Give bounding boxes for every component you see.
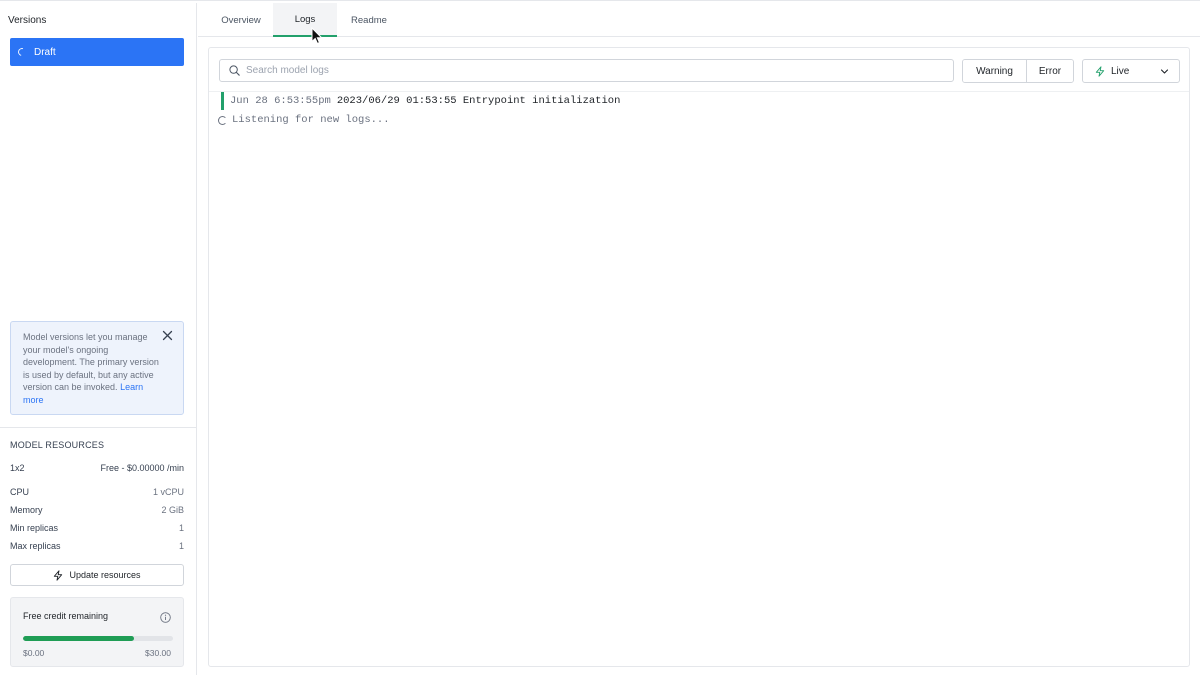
resource-row-cpu: CPU 1 vCPU — [10, 487, 184, 497]
versions-sidebar: Versions Draft Model versions let you ma… — [0, 3, 197, 675]
resource-label: CPU — [10, 487, 30, 497]
tab-readme[interactable]: Readme — [337, 3, 401, 37]
update-resources-button[interactable]: Update resources — [10, 564, 184, 586]
resource-value: 1 vCPU — [152, 487, 184, 497]
tab-overview[interactable]: Overview — [206, 3, 276, 37]
chevron-down-icon — [1160, 69, 1169, 74]
log-timestamp: Jun 28 6:53:55pm — [230, 95, 331, 107]
tab-bar: Overview Logs Readme — [198, 3, 1200, 37]
live-label: Live — [1111, 65, 1130, 77]
resource-value: 1 — [178, 523, 184, 533]
free-credit-card: Free credit remaining $0.00 $30.00 — [10, 597, 184, 667]
mouse-cursor-icon — [311, 27, 323, 45]
lightning-icon — [1095, 65, 1105, 77]
credit-progress-fill — [23, 636, 134, 641]
close-icon[interactable] — [162, 330, 173, 341]
listening-text: Listening for new logs... — [232, 114, 390, 126]
instance-label: 1x2 — [10, 463, 25, 473]
logs-panel: Warning Error Live Jun 28 6:53:55pm 2023… — [208, 47, 1190, 667]
log-entry: Jun 28 6:53:55pm 2023/06/29 01:53:55 Ent… — [221, 92, 620, 110]
credit-title: Free credit remaining — [23, 611, 109, 621]
info-icon[interactable] — [160, 610, 171, 628]
versions-title: Versions — [8, 15, 47, 26]
versions-info-box: Model versions let you manage your model… — [10, 321, 184, 415]
resource-row-max-replicas: Max replicas 1 — [10, 541, 184, 551]
sidebar-divider — [0, 427, 196, 428]
search-icon — [229, 65, 240, 76]
version-item-label: Draft — [34, 46, 56, 58]
resource-value: 1 — [178, 541, 184, 551]
model-resources-title: MODEL RESOURCES — [10, 440, 105, 450]
resource-value: 2 GiB — [161, 505, 184, 515]
credit-max-label: $30.00 — [145, 648, 171, 658]
resource-instance-row: 1x2 Free - $0.00000 /min — [10, 463, 184, 473]
resource-label: Memory — [10, 505, 43, 515]
instance-price: Free - $0.00000 /min — [100, 463, 184, 473]
listening-status: Listening for new logs... — [218, 114, 390, 126]
resource-row-memory: Memory 2 GiB — [10, 505, 184, 515]
log-search-box[interactable] — [219, 59, 954, 82]
lightning-icon — [54, 569, 63, 581]
search-input[interactable] — [246, 65, 926, 76]
filter-error-button[interactable]: Error — [1026, 60, 1073, 82]
update-resources-label: Update resources — [69, 570, 141, 580]
loading-spinner-icon — [16, 46, 28, 58]
loading-spinner-icon — [218, 115, 227, 125]
live-dropdown[interactable]: Live — [1082, 59, 1180, 83]
tab-logs[interactable]: Logs — [273, 3, 337, 37]
version-item-draft[interactable]: Draft — [10, 38, 184, 66]
filter-warning-button[interactable]: Warning — [963, 60, 1026, 82]
credit-progress-bar — [23, 636, 173, 641]
resource-label: Max replicas — [10, 541, 61, 551]
log-message: 2023/06/29 01:53:55 Entrypoint initializ… — [336, 95, 621, 107]
credit-min-label: $0.00 — [23, 648, 45, 658]
resource-row-min-replicas: Min replicas 1 — [10, 523, 184, 533]
severity-filter-group: Warning Error — [962, 59, 1074, 83]
resource-label: Min replicas — [10, 523, 59, 533]
